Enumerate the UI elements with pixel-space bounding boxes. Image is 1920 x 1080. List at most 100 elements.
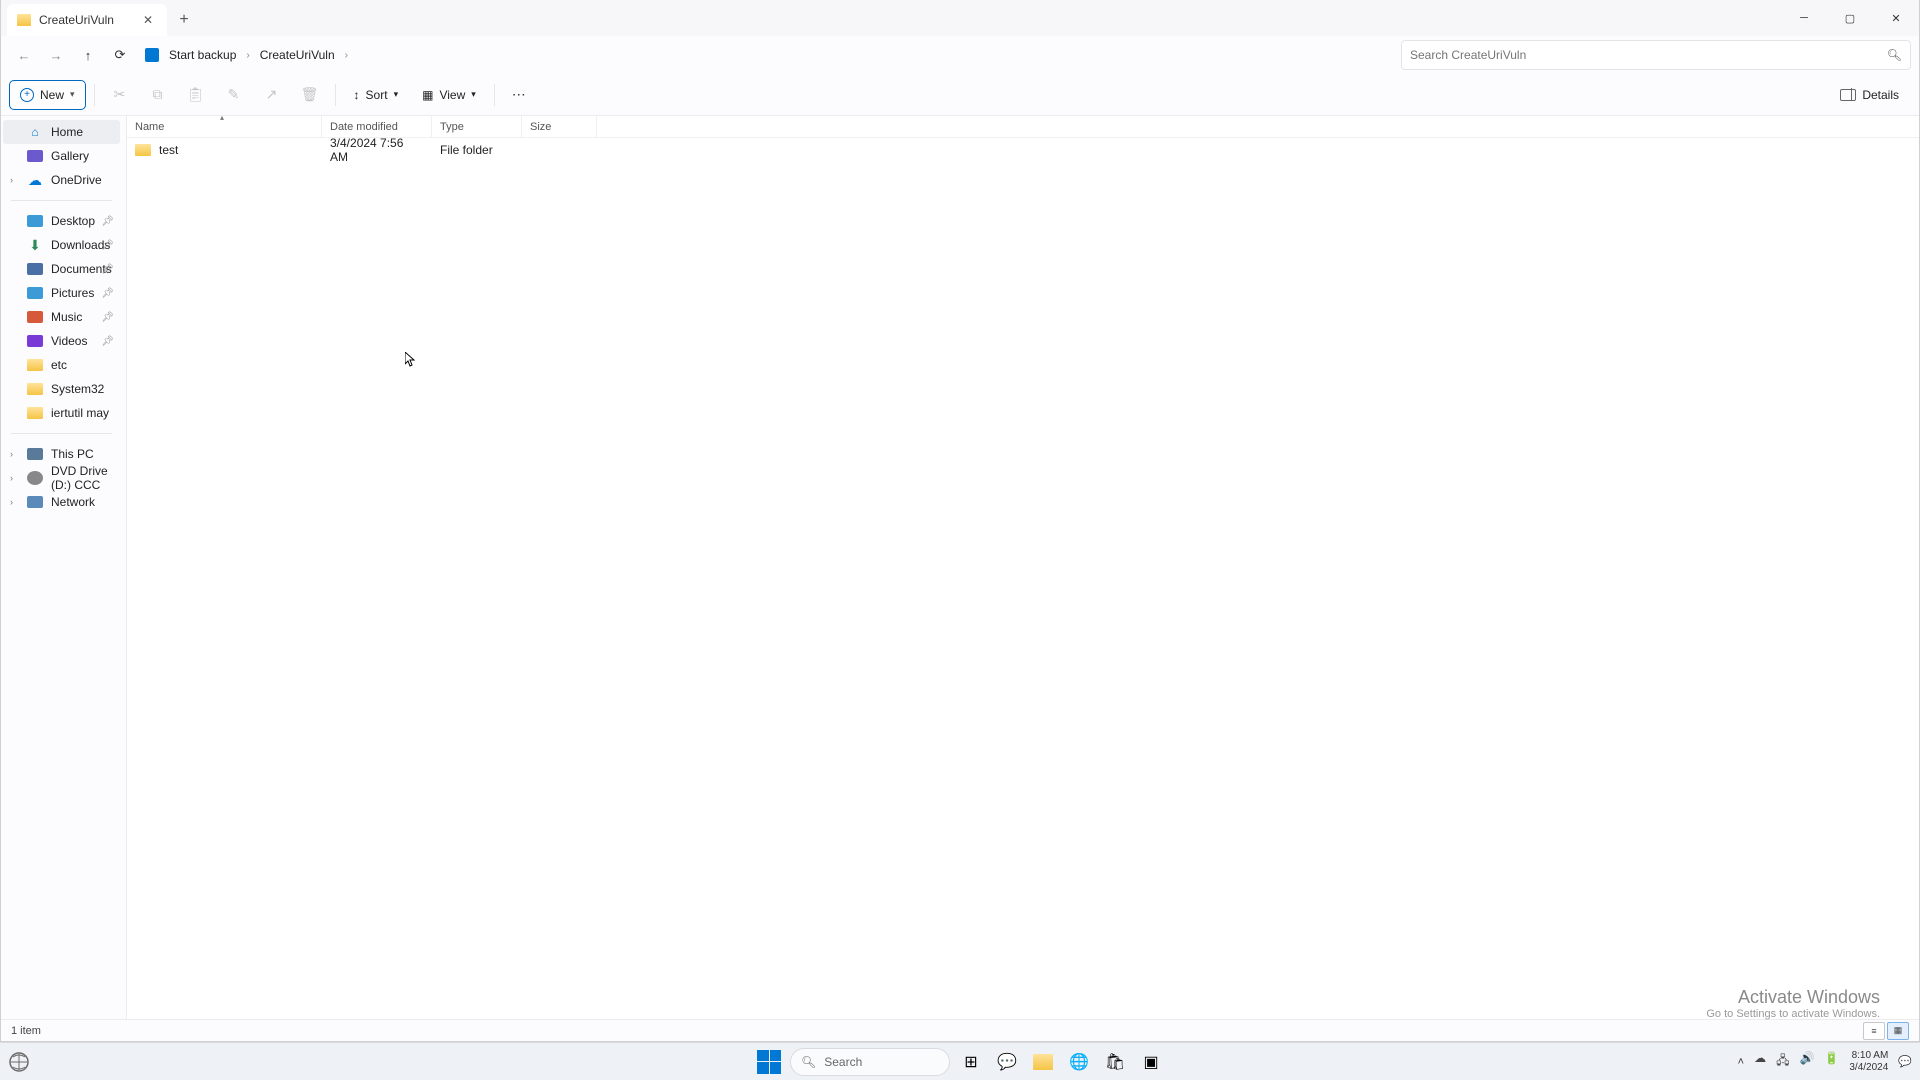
taskbar-app-terminal[interactable]: ▣ bbox=[1136, 1047, 1166, 1077]
taskbar-app-explorer[interactable] bbox=[1028, 1047, 1058, 1077]
toolbar: + New ▾ ✂ ⧉ 📋︎ ✎ ↗ 🗑︎ ↕ Sort ▾ ▦ View ▾ … bbox=[1, 74, 1919, 116]
taskbar-app-edge[interactable]: 🌐 bbox=[1064, 1047, 1094, 1077]
start-button[interactable] bbox=[754, 1047, 784, 1077]
chevron-down-icon: ▾ bbox=[394, 89, 399, 100]
breadcrumb-root[interactable]: Start backup bbox=[165, 46, 240, 64]
sidebar-item-downloads[interactable]: ⬇Downloads📌︎ bbox=[3, 233, 120, 257]
details-pane-button[interactable]: Details bbox=[1828, 80, 1911, 110]
taskbar-search[interactable]: 🔍︎ Search bbox=[790, 1048, 950, 1076]
maximize-button[interactable]: ▢ bbox=[1827, 0, 1873, 36]
taskbar: 🔍︎ Search ⊞ 💬 🌐 🛍︎ ▣ ˄ ☁ 🖧 🔊 🔋 8:10 AM 3… bbox=[0, 1042, 1920, 1080]
search-input[interactable] bbox=[1410, 48, 1879, 62]
notifications-button[interactable]: 💬 bbox=[1898, 1055, 1912, 1068]
sidebar-item-pictures[interactable]: Pictures📌︎ bbox=[3, 281, 120, 305]
pin-icon: 📌︎ bbox=[101, 240, 114, 251]
sort-icon: ↕ bbox=[354, 88, 360, 102]
sidebar-item-network[interactable]: ›Network bbox=[3, 490, 120, 514]
refresh-button[interactable]: ⟳ bbox=[105, 40, 135, 70]
breadcrumb-current[interactable]: CreateUriVuln bbox=[256, 46, 339, 64]
sidebar-item-iertutil-may[interactable]: iertutil may bbox=[3, 401, 120, 425]
widgets-button[interactable] bbox=[8, 1051, 30, 1073]
more-button[interactable]: ⋯ bbox=[503, 80, 537, 110]
sidebar-item-system32[interactable]: System32 bbox=[3, 377, 120, 401]
sidebar-item-label: Gallery bbox=[51, 149, 89, 163]
column-date[interactable]: Date modified bbox=[322, 116, 432, 137]
sidebar-item-this-pc[interactable]: ›This PC bbox=[3, 442, 120, 466]
column-name[interactable]: Name▴ bbox=[127, 116, 322, 137]
sidebar-item-desktop[interactable]: Desktop📌︎ bbox=[3, 209, 120, 233]
close-window-button[interactable]: ✕ bbox=[1873, 0, 1919, 36]
column-size[interactable]: Size bbox=[522, 116, 597, 137]
network-tray-icon[interactable]: 🖧 bbox=[1776, 1051, 1789, 1072]
search-box[interactable]: 🔍︎ bbox=[1401, 40, 1911, 70]
view-button[interactable]: ▦ View ▾ bbox=[412, 80, 486, 110]
up-button[interactable]: ↑ bbox=[73, 40, 103, 70]
sidebar-item-onedrive[interactable]: ›☁OneDrive bbox=[3, 168, 120, 192]
taskbar-app-store[interactable]: 🛍︎ bbox=[1100, 1047, 1130, 1077]
search-icon[interactable]: 🔍︎ bbox=[1887, 48, 1902, 62]
battery-tray-icon[interactable]: 🔋 bbox=[1824, 1051, 1839, 1072]
expand-icon[interactable]: › bbox=[10, 449, 13, 459]
sidebar-item-label: OneDrive bbox=[51, 173, 102, 187]
sidebar-item-etc[interactable]: etc bbox=[3, 353, 120, 377]
tab-close-button[interactable]: ✕ bbox=[139, 11, 157, 29]
paste-button[interactable]: 📋︎ bbox=[179, 80, 213, 110]
sidebar-item-home[interactable]: ⌂ Home bbox=[3, 120, 120, 144]
sidebar-item-label: Music bbox=[51, 310, 82, 324]
folder-icon bbox=[27, 407, 43, 419]
cut-button[interactable]: ✂ bbox=[103, 80, 137, 110]
net-icon bbox=[27, 496, 43, 508]
chevron-icon[interactable]: › bbox=[246, 50, 249, 61]
copy-button[interactable]: ⧉ bbox=[141, 80, 175, 110]
system-tray[interactable]: ☁ 🖧 🔊 🔋 bbox=[1754, 1051, 1839, 1072]
home-icon: ⌂ bbox=[27, 125, 43, 139]
chevron-down-icon: ▾ bbox=[70, 89, 75, 100]
forward-button[interactable]: → bbox=[41, 40, 71, 70]
doc-icon bbox=[27, 263, 43, 275]
taskbar-app-teams[interactable]: 💬 bbox=[992, 1047, 1022, 1077]
folder-icon bbox=[17, 14, 31, 26]
cursor-icon bbox=[405, 352, 415, 368]
rename-button[interactable]: ✎ bbox=[217, 80, 251, 110]
delete-button[interactable]: 🗑︎ bbox=[293, 80, 327, 110]
new-button[interactable]: + New ▾ bbox=[9, 80, 86, 110]
view-label: View bbox=[439, 88, 465, 102]
task-view-button[interactable]: ⊞ bbox=[956, 1047, 986, 1077]
column-type[interactable]: Type bbox=[432, 116, 522, 137]
download-icon: ⬇ bbox=[27, 238, 43, 252]
sidebar-item-videos[interactable]: Videos📌︎ bbox=[3, 329, 120, 353]
mus-icon bbox=[27, 311, 43, 323]
sidebar-item-music[interactable]: Music 📌︎ bbox=[3, 305, 120, 329]
layout-list-button[interactable]: ≡ bbox=[1863, 1022, 1885, 1040]
layout-details-button[interactable]: ▦ bbox=[1887, 1022, 1909, 1040]
sidebar-item-label: Videos bbox=[51, 334, 87, 348]
sidebar-item-gallery[interactable]: Gallery bbox=[3, 144, 120, 168]
expand-icon[interactable]: › bbox=[10, 473, 13, 483]
file-list-pane[interactable]: Name▴ Date modified Type Size test3/4/20… bbox=[127, 116, 1919, 1019]
new-tab-button[interactable]: + bbox=[167, 4, 201, 36]
sort-button[interactable]: ↕ Sort ▾ bbox=[344, 80, 409, 110]
watermark-sub: Go to Settings to activate Windows. bbox=[1706, 1008, 1880, 1020]
volume-tray-icon[interactable]: 🔊 bbox=[1799, 1051, 1814, 1072]
expand-icon[interactable]: › bbox=[10, 497, 13, 507]
pin-icon: 📌︎ bbox=[101, 312, 114, 323]
file-row[interactable]: test3/4/2024 7:56 AMFile folder bbox=[127, 138, 1919, 162]
back-button[interactable]: ← bbox=[9, 40, 39, 70]
sidebar-item-dvd-drive-d-ccc[interactable]: ›DVD Drive (D:) CCC bbox=[3, 466, 120, 490]
tray-chevron[interactable]: ˄ bbox=[1738, 1056, 1744, 1068]
window-tab[interactable]: CreateUriVuln ✕ bbox=[7, 4, 167, 36]
taskbar-clock[interactable]: 8:10 AM 3/4/2024 bbox=[1849, 1050, 1888, 1074]
share-button[interactable]: ↗ bbox=[255, 80, 289, 110]
expand-icon[interactable]: › bbox=[10, 175, 13, 185]
address-bar[interactable]: Start backup › CreateUriVuln › bbox=[137, 40, 1399, 70]
activation-watermark: Activate Windows Go to Settings to activ… bbox=[1706, 987, 1880, 1020]
minimize-button[interactable]: ─ bbox=[1781, 0, 1827, 36]
onedrive-tray-icon[interactable]: ☁ bbox=[1754, 1051, 1766, 1072]
pin-icon: 📌︎ bbox=[101, 264, 114, 275]
sidebar-item-documents[interactable]: Documents📌︎ bbox=[3, 257, 120, 281]
taskbar-search-label: Search bbox=[824, 1055, 862, 1069]
sidebar-item-label: etc bbox=[51, 358, 67, 372]
sidebar-item-label: Home bbox=[51, 125, 83, 139]
clock-date: 3/4/2024 bbox=[1849, 1062, 1888, 1074]
chevron-icon[interactable]: › bbox=[345, 50, 348, 61]
